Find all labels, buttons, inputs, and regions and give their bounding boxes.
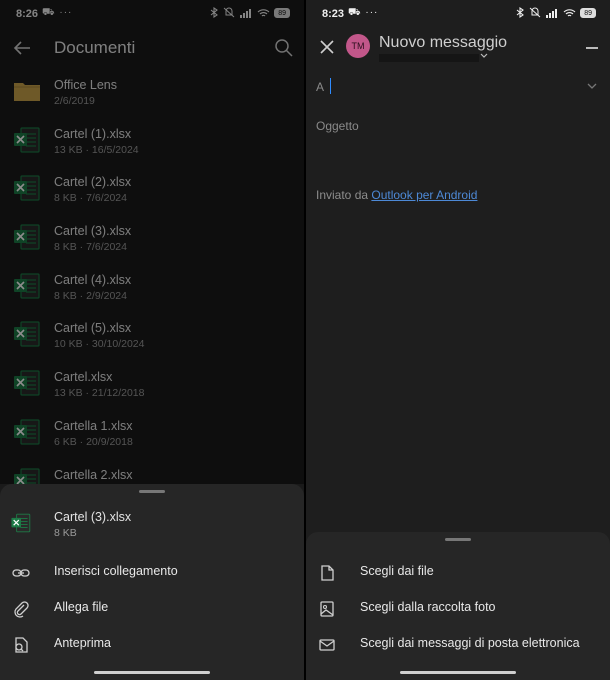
sheet-handle[interactable] — [445, 538, 471, 541]
mail-icon — [319, 639, 335, 651]
close-icon[interactable] — [316, 36, 338, 58]
status-bar: 8:23 ⛟ ··· 89 — [306, 0, 610, 28]
status-time: 8:23 — [322, 8, 345, 20]
chevron-down-icon[interactable] — [586, 80, 598, 92]
mute-icon — [529, 7, 541, 18]
to-label: A — [316, 80, 325, 94]
avatar[interactable]: TM — [346, 34, 370, 58]
gesture-nav-bar[interactable] — [400, 671, 516, 674]
dim-overlay[interactable] — [0, 0, 304, 484]
chevron-down-icon[interactable] — [480, 52, 488, 60]
selected-file-size: 8 KB — [54, 527, 77, 539]
signature-prefix: Inviato da — [316, 188, 372, 202]
menu-choose-from-photos-label: Scegli dalla raccolta foto — [360, 600, 496, 614]
menu-choose-from-photos[interactable]: Scegli dalla raccolta foto — [306, 590, 610, 626]
excel-file-icon — [11, 513, 31, 533]
documents-panel: 8:26 ⛟ ··· 89 Documenti Office Lens 2/6/2… — [0, 0, 304, 680]
menu-insert-link-label: Inserisci collegamento — [54, 564, 178, 578]
to-field[interactable]: A — [306, 72, 610, 102]
selected-file: Cartel (3).xlsx 8 KB — [0, 504, 304, 552]
file-icon — [321, 565, 334, 581]
menu-preview-label: Anteprima — [54, 636, 111, 650]
link-icon — [12, 569, 30, 577]
text-cursor — [330, 78, 331, 94]
signal-icon — [546, 8, 558, 18]
sender-account-redacted — [379, 54, 479, 62]
selected-file-name: Cartel (3).xlsx — [54, 510, 132, 524]
wifi-icon — [563, 8, 576, 16]
menu-choose-from-files-label: Scegli dai file — [360, 564, 434, 578]
paperclip-icon — [14, 601, 29, 618]
signature-link[interactable]: Outlook per Android — [371, 188, 477, 202]
compose-panel: 8:23 ⛟ ··· 89 TM Nuovo messaggio A Ogget… — [306, 0, 610, 680]
subject-field[interactable]: Oggetto — [316, 119, 359, 133]
minimize-icon[interactable] — [586, 47, 598, 49]
system-icons: 89 — [515, 7, 596, 18]
attachment-source-sheet: Scegli dai file Scegli dalla raccolta fo… — [306, 532, 610, 680]
bluetooth-icon — [516, 7, 525, 18]
menu-insert-link[interactable]: Inserisci collegamento — [0, 554, 304, 590]
compose-title: Nuovo messaggio — [379, 34, 508, 51]
menu-choose-from-emails-label: Scegli dai messaggi di posta elettronica — [360, 636, 580, 650]
image-icon — [320, 601, 334, 617]
battery-icon: 89 — [580, 7, 596, 18]
gesture-nav-bar[interactable] — [94, 671, 210, 674]
menu-attach-file[interactable]: Allega file — [0, 590, 304, 626]
email-signature: Inviato da Outlook per Android — [316, 188, 477, 202]
attach-options-sheet: Cartel (3).xlsx 8 KB Inserisci collegame… — [0, 484, 304, 680]
menu-choose-from-files[interactable]: Scegli dai file — [306, 554, 610, 590]
sheet-handle[interactable] — [139, 490, 165, 493]
menu-attach-file-label: Allega file — [54, 600, 109, 614]
notification-icons: ⛟ ··· — [348, 7, 379, 18]
preview-icon — [15, 637, 28, 653]
menu-preview[interactable]: Anteprima — [0, 626, 304, 662]
compose-header: TM Nuovo messaggio — [306, 28, 610, 68]
menu-choose-from-emails[interactable]: Scegli dai messaggi di posta elettronica — [306, 626, 610, 662]
